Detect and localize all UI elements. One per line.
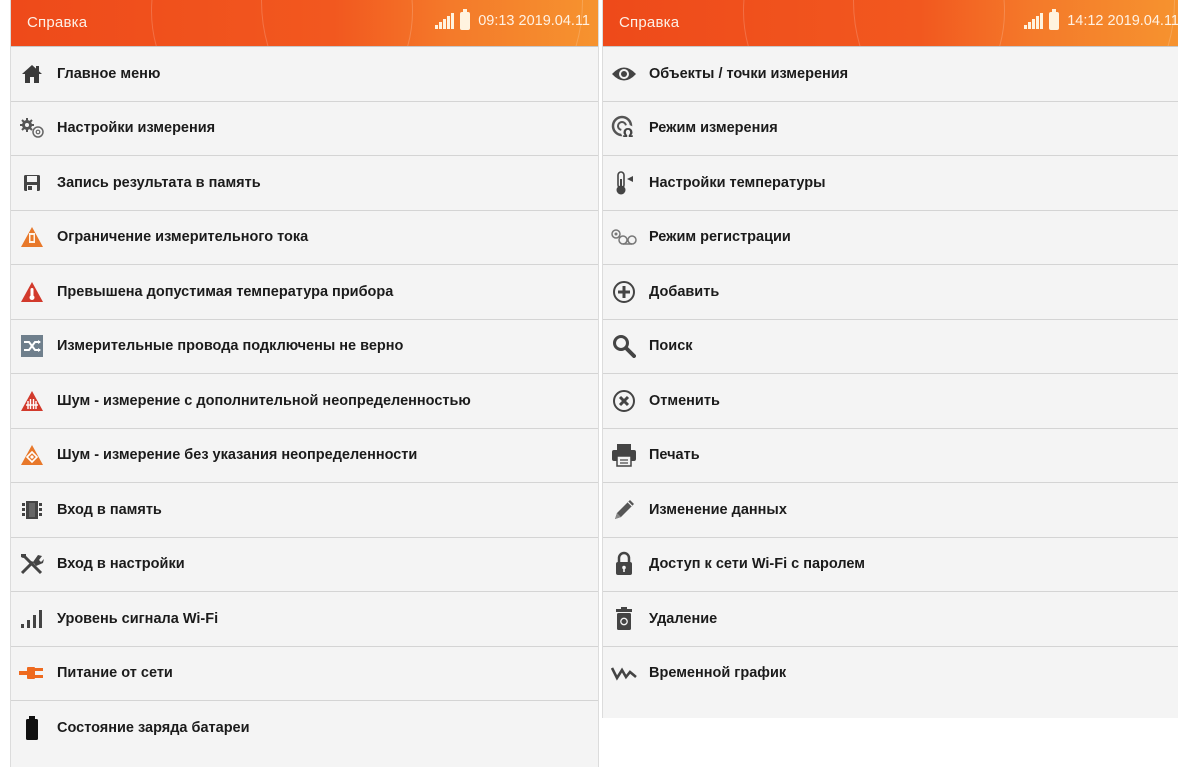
help-list-item: Шум - измерение с дополнительной неопред… — [11, 373, 598, 428]
tools-icon — [19, 551, 45, 577]
help-list-item: Ограничение измерительного тока — [11, 209, 598, 265]
printer-icon — [611, 442, 637, 468]
current-limit-warning-icon — [19, 224, 45, 250]
home-icon — [19, 61, 45, 87]
floppy-disk-icon — [19, 170, 45, 196]
signal-bars-icon — [19, 606, 45, 632]
help-list-item-label: Уровень сигнала Wi-Fi — [57, 610, 219, 627]
clock: 09:13 2019.04.11 — [478, 13, 590, 29]
help-list-item: Печать — [603, 427, 1178, 483]
help-screen-left: Справка 09:13 2019.04.11 Главное меню Нас… — [10, 0, 599, 767]
help-list-item: Уровень сигнала Wi-Fi — [11, 591, 598, 646]
help-list-item-label: Настройки измерения — [57, 120, 216, 137]
clock: 14:12 2019.04.11 — [1067, 13, 1178, 29]
help-list-item: Запись результата в память — [11, 155, 598, 210]
help-list-item: Поиск — [603, 318, 1178, 374]
help-list-item-label: Шум - измерение с дополнительной неопред… — [57, 392, 471, 409]
help-list-item-label: Доступ к сети Wi-Fi с паролем — [649, 556, 866, 573]
help-list-item: Шум - измерение без указания неопределен… — [11, 427, 598, 483]
help-list-item-label: Превышена допустимая температура прибора — [57, 283, 394, 300]
eye-icon — [611, 61, 637, 87]
page-title: Справка — [619, 14, 680, 31]
measurement-mode-icon: Ω — [611, 115, 637, 141]
help-list-item-label: Изменение данных — [649, 501, 787, 518]
help-list-item-label: Ограничение измерительного тока — [57, 229, 309, 246]
help-list-item: Ω Режим измерения — [603, 100, 1178, 156]
gears-icon — [19, 115, 45, 141]
help-list-item: Добавить — [603, 264, 1178, 319]
help-list-item-label: Режим измерения — [649, 120, 778, 137]
help-list-item-label: Питание от сети — [57, 665, 173, 682]
signal-icon — [1023, 13, 1044, 29]
add-circle-icon — [611, 279, 637, 305]
trash-icon — [611, 606, 637, 632]
temperature-warning-icon — [19, 279, 45, 305]
help-list-item: Отменить — [603, 373, 1178, 428]
help-list-item: Удаление — [603, 591, 1178, 646]
title-bar: Справка 14:12 2019.04.11 — [603, 0, 1178, 46]
help-list-item: Вход в память — [11, 482, 598, 537]
thermometer-icon — [611, 170, 637, 196]
help-list-item-label: Вход в настройки — [57, 556, 185, 573]
help-list-item: Изменение данных — [603, 482, 1178, 537]
help-screen-right: Справка 14:12 2019.04.11 Объекты / точки… — [602, 0, 1178, 718]
help-list-item-label: Запись результата в память — [57, 174, 261, 191]
signal-icon — [434, 13, 455, 29]
search-icon — [611, 333, 637, 359]
recording-mode-icon — [611, 224, 637, 250]
help-list-item: Режим регистрации — [603, 209, 1178, 265]
help-list-item-label: Временной график — [649, 665, 787, 682]
help-list-item: Состояние заряда батареи — [11, 700, 598, 755]
status-area: 09:13 2019.04.11 — [434, 9, 590, 30]
help-list-item-label: Вход в память — [57, 501, 162, 518]
help-list-item: Превышена допустимая температура прибора — [11, 264, 598, 319]
lock-icon — [611, 551, 637, 577]
help-list-item: Измерительные провода подключены не верн… — [11, 318, 598, 374]
time-graph-icon — [611, 660, 637, 686]
help-list-item: Питание от сети — [11, 645, 598, 701]
help-list-item-label: Печать — [649, 447, 700, 464]
help-list-item-label: Объекты / точки измерения — [649, 65, 849, 82]
help-list-item: Настройки температуры — [603, 155, 1178, 210]
help-list-item-label: Поиск — [649, 338, 693, 355]
help-list-item-label: Настройки температуры — [649, 174, 826, 191]
help-list: Объекты / точки измерения Ω Режим измерени… — [603, 46, 1178, 700]
help-list-item: Настройки измерения — [11, 100, 598, 156]
status-area: 14:12 2019.04.11 — [1023, 9, 1178, 30]
battery-status-icon — [1049, 9, 1060, 30]
help-list-item-label: Состояние заряда батареи — [57, 719, 250, 736]
battery-status-icon — [460, 9, 471, 30]
memory-icon — [19, 497, 45, 523]
help-list-item-label: Режим регистрации — [649, 229, 791, 246]
help-list-item-label: Добавить — [649, 283, 720, 300]
help-list-item: Главное меню — [11, 46, 598, 101]
help-list-item-label: Отменить — [649, 392, 720, 409]
help-list-item: Доступ к сети Wi-Fi с паролем — [603, 536, 1178, 592]
mains-plug-icon — [19, 660, 45, 686]
help-list-item: Объекты / точки измерения — [603, 46, 1178, 101]
help-list-item-label: Измерительные провода подключены не верн… — [57, 338, 404, 355]
help-list: Главное меню Настройки измерения Запись ре… — [11, 46, 598, 755]
help-list-item: Вход в настройки — [11, 536, 598, 592]
battery-icon — [19, 715, 45, 741]
help-list-item-label: Удаление — [649, 610, 718, 627]
help-list-item-label: Шум - измерение без указания неопределен… — [57, 447, 418, 464]
cancel-circle-icon — [611, 388, 637, 414]
noise-warning-red-icon — [19, 388, 45, 414]
noise-warning-orange-icon — [19, 442, 45, 468]
crossed-wires-icon — [19, 333, 45, 359]
page-title: Справка — [27, 14, 88, 31]
help-list-item: Временной график — [603, 645, 1178, 701]
svg-text:Ω: Ω — [623, 126, 633, 140]
pencil-icon — [611, 497, 637, 523]
title-bar: Справка 09:13 2019.04.11 — [11, 0, 598, 46]
help-list-item-label: Главное меню — [57, 65, 161, 82]
